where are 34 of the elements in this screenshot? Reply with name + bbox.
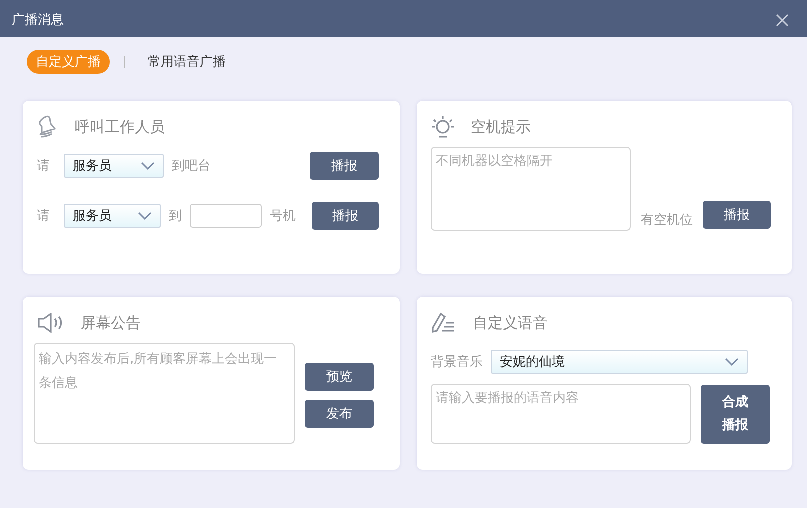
label: 有空机位 [640,212,693,229]
label: 请 [37,208,50,225]
staff-dropdown[interactable]: 服务员 [64,154,164,178]
machine-number-field[interactable] [190,204,262,228]
label: 请 [37,158,50,175]
window-title: 广播消息 [12,12,64,29]
close-icon[interactable] [776,14,789,26]
machine-list-field[interactable]: 不同机器以空格隔开 [431,147,631,231]
announcement-button[interactable]: 发布 [305,400,374,428]
label: 号机 [270,208,296,225]
light-bulb-icon [431,115,455,139]
announcement-field[interactable]: 输入内容发布后,所有顾客屏幕上会出现一条信息 [34,343,295,444]
music-dropdown[interactable]: 安妮的仙境 [491,350,748,374]
card-title: 呼叫工作人员 [75,118,165,136]
card-title: 空机提示 [471,118,531,136]
chevron-icon [141,162,155,170]
label: 到吧台 [172,158,211,175]
announcement-button[interactable]: 预览 [305,363,374,391]
pen-list-icon [431,312,457,334]
card-title: 自定义语音 [473,314,548,332]
card-title: 屏幕公告 [81,314,141,332]
bell-icon [37,115,59,139]
broadcast-button[interactable]: 播报 [312,202,379,230]
tab[interactable]: 常用语音广播 [139,50,235,74]
label: 背景音乐 [431,354,483,371]
label: 到 [169,208,182,225]
broadcast-button[interactable]: 播报 [702,201,771,229]
chevron-icon [725,358,739,366]
synthesize-button[interactable]: 合成 播报 [701,384,770,444]
broadcast-button[interactable]: 播报 [310,152,379,180]
chevron-icon [138,212,152,220]
speaker-icon [37,313,65,333]
staff-dropdown[interactable]: 服务员 [64,204,162,228]
voice-content-field[interactable]: 请输入要播报的语音内容 [431,384,691,444]
